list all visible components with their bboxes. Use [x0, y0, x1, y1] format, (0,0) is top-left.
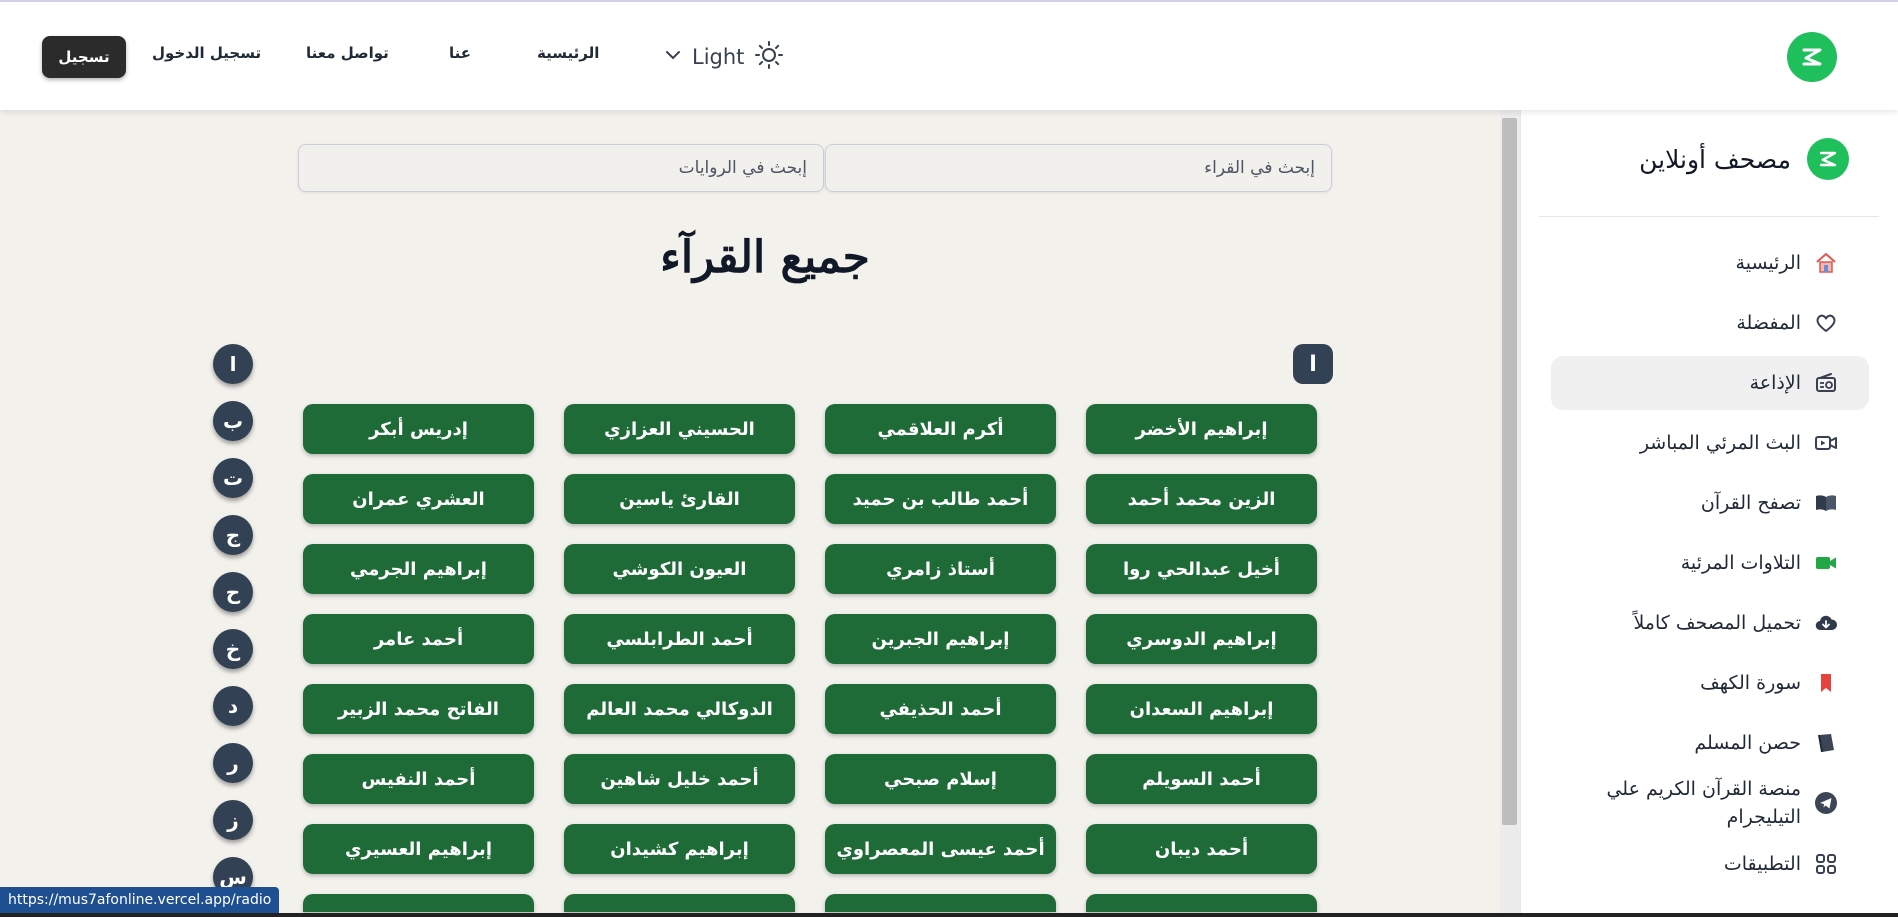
theme-toggle[interactable]: Light	[664, 40, 798, 74]
sidebar-item-label: البث المرئي المباشر	[1639, 432, 1801, 454]
reciter-button[interactable]: العيون الكوشي	[564, 544, 795, 594]
sidebar-item[interactable]: الإذاعة	[1551, 356, 1869, 410]
sidebar-item[interactable]: التطبيقات	[1551, 837, 1869, 891]
reciter-button[interactable]: أحمد طالب بن حميد	[825, 474, 1056, 524]
reciter-button[interactable]: الفاتح محمد الزبير	[303, 684, 534, 734]
reciter-button[interactable]: إبراهيم كشيدان	[564, 824, 795, 874]
sidebar-item-label: الإذاعة	[1749, 372, 1801, 394]
reciter-button[interactable]: أحمد خليل شاهين	[564, 754, 795, 804]
status-bar-url: https://mus7afonline.vercel.app/radio	[0, 887, 280, 913]
bottom-edge	[0, 913, 1898, 917]
search-narrations-input[interactable]	[298, 144, 824, 192]
letter-filter-button[interactable]: ر	[213, 743, 253, 783]
section-letter-badge: ا	[1293, 344, 1333, 384]
reciter-button[interactable]: إبراهيم العسيري	[303, 824, 534, 874]
reciter-button[interactable]: أخيل عبدالحي روا	[1086, 544, 1317, 594]
sidebar-item-label: التلاوات المرئية	[1680, 552, 1801, 574]
reciter-button-partial[interactable]	[303, 894, 534, 912]
login-link[interactable]: تسجيل الدخول	[152, 44, 261, 62]
telegram-icon	[1813, 790, 1839, 816]
reciter-button[interactable]: أحمد ديبان	[1086, 824, 1317, 874]
sidebar-item[interactable]: تحميل المصحف كاملاً	[1551, 596, 1869, 650]
sidebar-item[interactable]: تصفح القرآن	[1551, 476, 1869, 530]
sidebar-item[interactable]: منصة القرآن الكريم علي التيليجرام	[1551, 769, 1869, 837]
reciter-button-partial[interactable]	[564, 894, 795, 912]
signup-button[interactable]: تسجيل	[42, 36, 126, 78]
sidebar-item-label: الرئيسية	[1735, 252, 1801, 274]
home-link[interactable]: الرئيسية	[537, 44, 599, 62]
letter-filter-button[interactable]: د	[213, 686, 253, 726]
reciter-button[interactable]: أستاذ زامري	[825, 544, 1056, 594]
letter-filter-button[interactable]: ز	[213, 800, 253, 840]
video-camera-icon	[1813, 550, 1839, 576]
sidebar-brand[interactable]: مصحف أونلاين	[1639, 138, 1849, 180]
sidebar-item-label: المفضلة	[1736, 312, 1801, 334]
letter-filter-button[interactable]: ب	[213, 401, 253, 441]
reciter-button[interactable]: إدريس أبكر	[303, 404, 534, 454]
sidebar-item[interactable]: الرئيسية	[1551, 236, 1869, 290]
reciter-button[interactable]: القارئ ياسين	[564, 474, 795, 524]
reciter-button[interactable]: إسلام صبحي	[825, 754, 1056, 804]
sidebar-divider	[1539, 216, 1879, 217]
sidebar-item[interactable]: المفضلة	[1551, 296, 1869, 350]
reciter-button[interactable]: أحمد الحذيفي	[825, 684, 1056, 734]
reciter-button[interactable]: إبراهيم السعدان	[1086, 684, 1317, 734]
logo-icon[interactable]	[1787, 32, 1837, 82]
reciter-button[interactable]: أحمد الطرابلسي	[564, 614, 795, 664]
sidebar-item-label: التطبيقات	[1723, 853, 1801, 875]
contact-link[interactable]: تواصل معنا	[306, 44, 389, 62]
sidebar-item-label: منصة القرآن الكريم علي التيليجرام	[1606, 778, 1801, 828]
sidebar-item[interactable]: سورة الكهف	[1551, 656, 1869, 710]
bookmark-icon	[1813, 670, 1839, 696]
reciter-button[interactable]: أحمد السويلم	[1086, 754, 1317, 804]
reciter-button[interactable]: إبراهيم الدوسري	[1086, 614, 1317, 664]
sidebar-item-label: حصن المسلم	[1694, 732, 1801, 754]
sidebar-item[interactable]: التلاوات المرئية	[1551, 536, 1869, 590]
reciter-button[interactable]: أحمد عامر	[303, 614, 534, 664]
theme-label: Light	[692, 45, 745, 69]
brand-logo-icon	[1807, 138, 1849, 180]
heart-icon	[1813, 310, 1839, 336]
chevron-down-icon	[664, 46, 682, 68]
sidebar-item-label: تحميل المصحف كاملاً	[1633, 612, 1801, 634]
reciter-button[interactable]: أحمد عيسى المعصراوي	[825, 824, 1056, 874]
letter-filter-button[interactable]: ج	[213, 515, 253, 555]
book-icon	[1813, 730, 1839, 756]
page-title: جميع القرآء	[660, 232, 870, 283]
search-reciters-input[interactable]	[825, 144, 1332, 192]
live-video-icon	[1813, 430, 1839, 456]
reciter-button[interactable]: الحسيني العزازي	[564, 404, 795, 454]
about-link[interactable]: عنا	[449, 44, 471, 62]
reciter-button[interactable]: العشري عمران	[303, 474, 534, 524]
brand-title: مصحف أونلاين	[1639, 144, 1791, 174]
sidebar: مصحف أونلاين الرئيسية المفضلة الإذاعة البث …	[1520, 110, 1898, 917]
scrollbar-thumb[interactable]	[1502, 118, 1517, 825]
reciter-button-partial[interactable]	[1086, 894, 1317, 912]
sidebar-item[interactable]: البث المرئي المباشر	[1551, 416, 1869, 470]
letter-filter-button[interactable]: ا	[213, 344, 253, 384]
reciter-button[interactable]: الدوكالي محمد العالم	[564, 684, 795, 734]
reciter-button[interactable]: إبراهيم الجبرين	[825, 614, 1056, 664]
letter-filter-button[interactable]: ت	[213, 458, 253, 498]
top-navbar: تسجيل تسجيل الدخول تواصل معنا عنا الرئيس…	[0, 2, 1898, 110]
reciter-button-partial[interactable]	[825, 894, 1056, 912]
reciter-button[interactable]: أحمد النفيس	[303, 754, 534, 804]
home-icon	[1813, 250, 1839, 276]
reciter-button[interactable]: إبراهيم الجرمي	[303, 544, 534, 594]
book-open-icon	[1813, 490, 1839, 516]
cloud-download-icon	[1813, 610, 1839, 636]
sidebar-item-label: تصفح القرآن	[1700, 492, 1801, 514]
reciter-button[interactable]: إبراهيم الأخضر	[1086, 404, 1317, 454]
reciter-button[interactable]: الزين محمد أحمد	[1086, 474, 1317, 524]
apps-grid-icon	[1813, 851, 1839, 877]
radio-icon	[1813, 370, 1839, 396]
letter-filter-button[interactable]: ح	[213, 572, 253, 612]
sun-icon	[754, 40, 784, 74]
reciter-button[interactable]: أكرم العلاقمي	[825, 404, 1056, 454]
sidebar-item-label: سورة الكهف	[1700, 672, 1801, 694]
letter-filter-button[interactable]: خ	[213, 629, 253, 669]
sidebar-item[interactable]: حصن المسلم	[1551, 716, 1869, 770]
